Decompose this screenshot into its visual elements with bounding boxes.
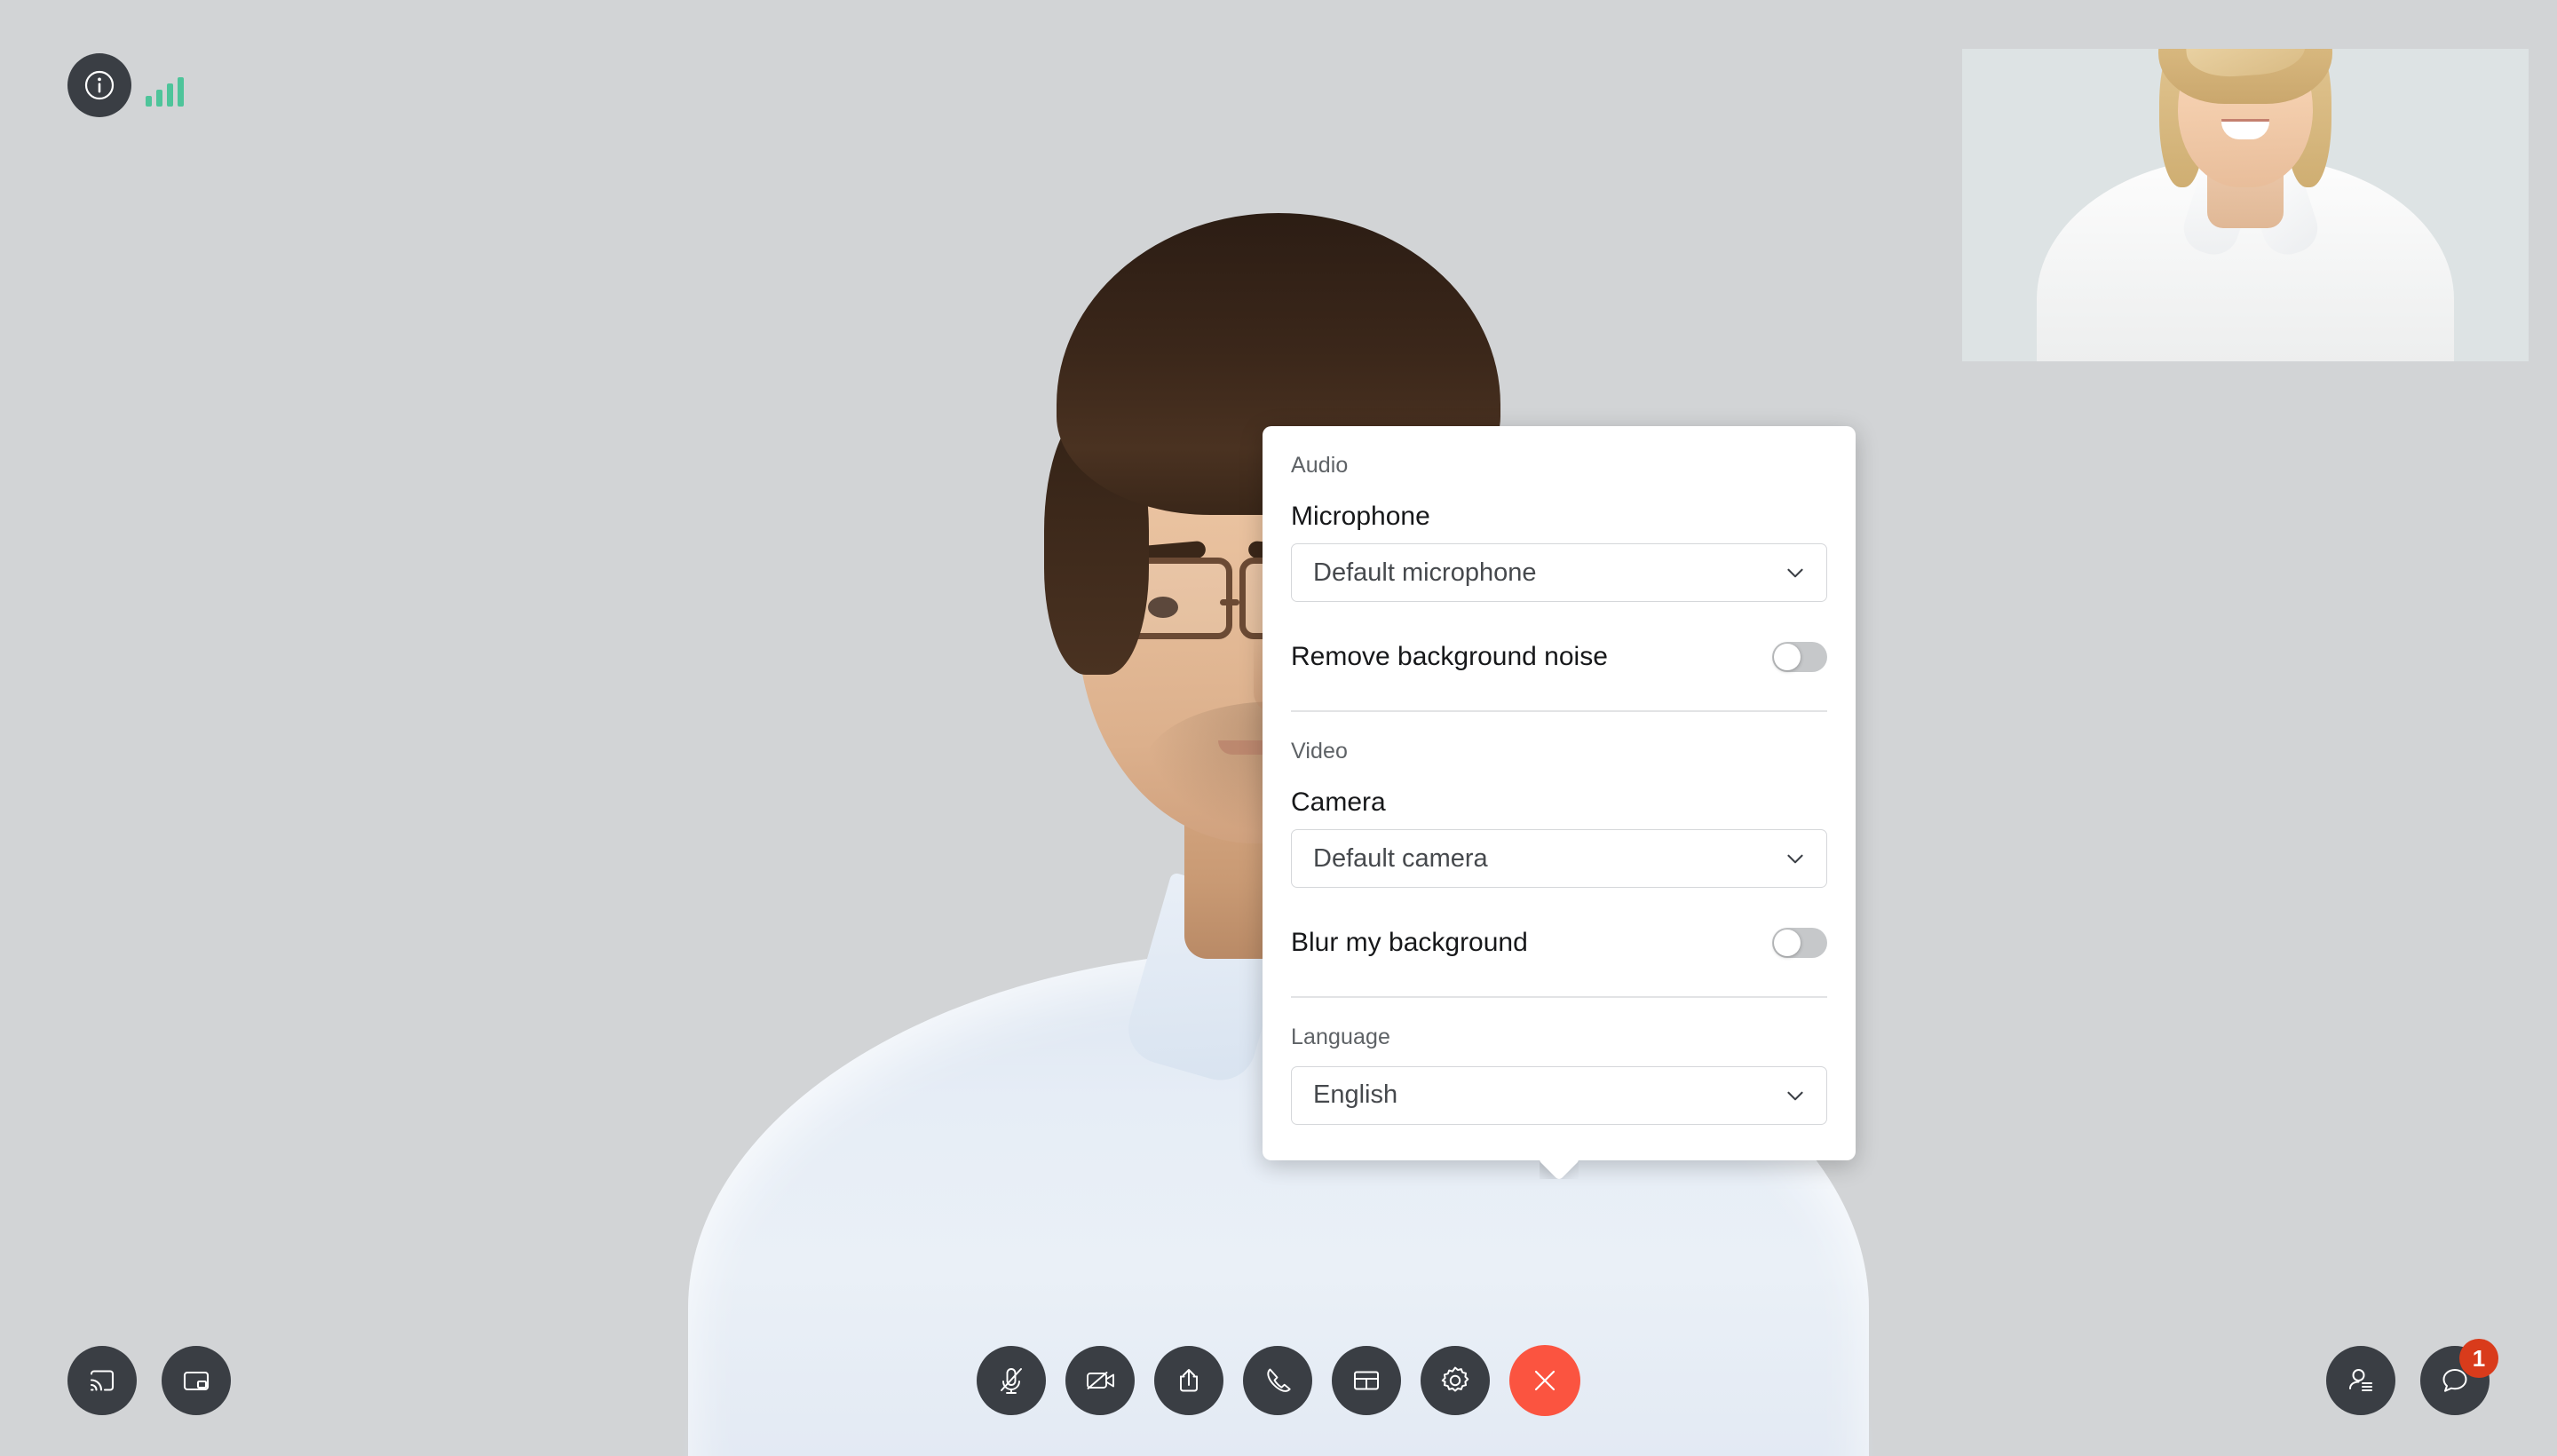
popover-pointer-arrow: [1540, 1159, 1579, 1179]
camera-label: Camera: [1291, 787, 1386, 817]
toolbar-right: 1: [2326, 1305, 2498, 1456]
section-divider-video-language: [1291, 996, 1827, 998]
participants-button[interactable]: [2326, 1346, 2395, 1415]
camera-select[interactable]: Default camera: [1291, 829, 1827, 888]
language-select[interactable]: English: [1291, 1065, 1827, 1125]
layout-grid-icon: [1354, 1371, 1379, 1390]
section-divider-audio-video: [1291, 710, 1827, 712]
section-label-video: Video: [1291, 739, 1348, 764]
share-screen-button[interactable]: [1154, 1346, 1223, 1415]
share-upload-icon: [1180, 1369, 1198, 1392]
microphone-muted-icon: [1001, 1368, 1022, 1394]
phone-icon: [1267, 1368, 1291, 1392]
info-button[interactable]: [67, 53, 131, 117]
toolbar-center: [977, 1305, 1580, 1456]
panel-bottom-padding: [1291, 1125, 1827, 1160]
settings-button[interactable]: [1421, 1346, 1490, 1415]
chevron-down-icon: [1787, 1091, 1803, 1100]
signal-strength-icon: [146, 73, 184, 117]
toolbar-left: [67, 1305, 231, 1456]
info-circle-icon: [84, 70, 115, 100]
microphone-select[interactable]: Default microphone: [1291, 543, 1827, 602]
chevron-down-icon: [1787, 568, 1803, 578]
gear-icon: [1441, 1366, 1469, 1392]
blur-my-background-label: Blur my background: [1291, 928, 1528, 957]
glasses-bridge: [1220, 599, 1239, 605]
settings-popover: Audio Microphone Default microphone Remo…: [1263, 426, 1856, 1160]
layout-button[interactable]: [1332, 1346, 1401, 1415]
language-select-value: English: [1313, 1080, 1398, 1109]
self-view-thumbnail[interactable]: [1962, 49, 2529, 361]
remove-background-noise-row: Remove background noise: [1291, 634, 1827, 680]
microphone-label: Microphone: [1291, 501, 1430, 531]
cast-button[interactable]: [67, 1346, 137, 1415]
camera-button[interactable]: [1065, 1346, 1135, 1415]
microphone-select-value: Default microphone: [1313, 558, 1537, 587]
camera-select-value: Default camera: [1313, 843, 1488, 873]
remove-background-noise-label: Remove background noise: [1291, 642, 1608, 671]
dial-button[interactable]: [1243, 1346, 1312, 1415]
microphone-button[interactable]: [977, 1346, 1046, 1415]
close-x-icon: [1534, 1370, 1556, 1391]
hangup-button[interactable]: [1509, 1345, 1580, 1416]
participants-icon: [2349, 1369, 2372, 1391]
picture-in-picture-button[interactable]: [162, 1346, 231, 1415]
camera-off-icon: [1087, 1372, 1114, 1389]
picture-in-picture-icon: [183, 1371, 210, 1391]
blur-my-background-row: Blur my background: [1291, 920, 1827, 966]
remove-background-noise-toggle[interactable]: [1772, 642, 1827, 672]
chat-unread-badge: 1: [2459, 1339, 2498, 1378]
section-label-language: Language: [1291, 1025, 1391, 1049]
blur-my-background-toggle[interactable]: [1772, 928, 1827, 958]
call-status-group: [67, 53, 184, 117]
chat-button[interactable]: 1: [2420, 1339, 2498, 1415]
cast-icon: [90, 1370, 115, 1391]
section-label-audio: Audio: [1291, 453, 1349, 478]
chevron-down-icon: [1787, 854, 1803, 864]
